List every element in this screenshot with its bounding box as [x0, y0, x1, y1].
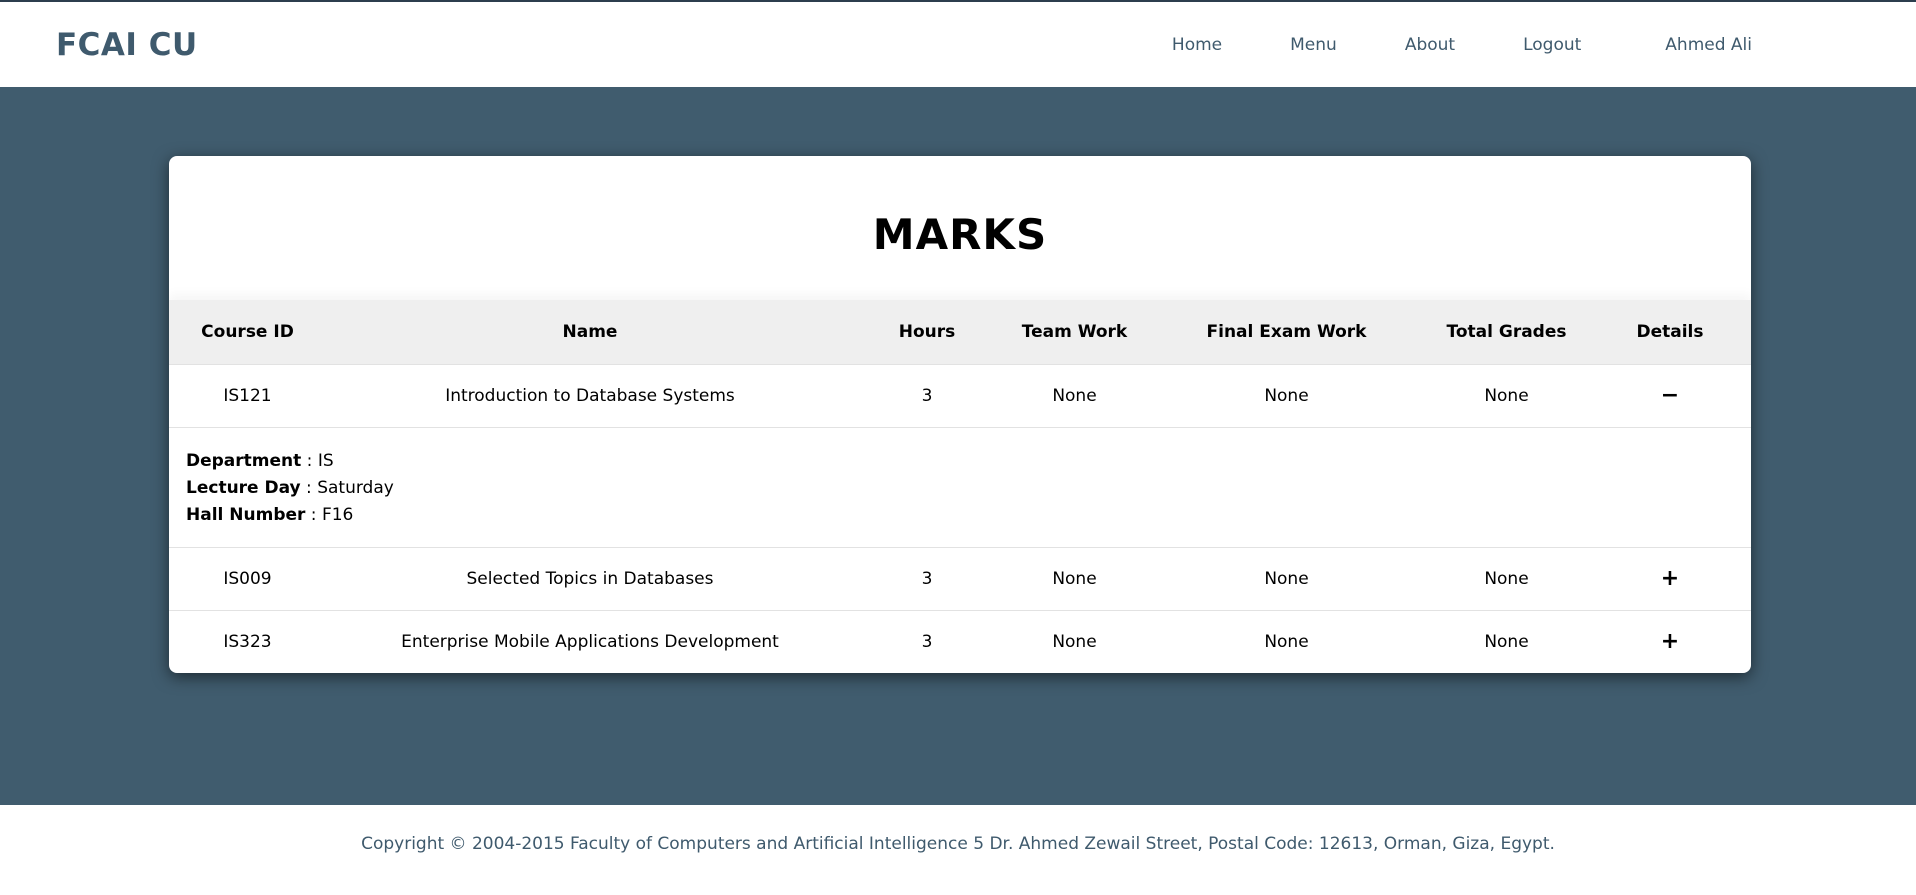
department-value: IS [317, 450, 334, 471]
column-header-course-id: Course ID [201, 321, 294, 342]
main-nav: Home Menu About Logout Ahmed Ali [1104, 35, 1752, 55]
column-header-details: Details [1636, 321, 1704, 342]
user-name-link[interactable]: Ahmed Ali [1665, 35, 1752, 55]
details-cell: + [1589, 610, 1751, 673]
total-grades-cell: None [1484, 568, 1529, 589]
nav-home-link[interactable]: Home [1172, 35, 1222, 55]
table-row: IS323 Enterprise Mobile Applications Dev… [169, 610, 1751, 673]
nav-about-link[interactable]: About [1405, 35, 1455, 55]
column-header-name: Name [562, 321, 618, 342]
nav-menu-link[interactable]: Menu [1290, 35, 1337, 55]
team-work-cell: None [1052, 631, 1097, 652]
column-header-hours: Hours [898, 321, 956, 342]
lecture-day-value: Saturday [317, 477, 394, 498]
marks-table: Course ID Name Hours Team Work Final Exa… [169, 300, 1751, 673]
course-id-cell: IS009 [223, 568, 272, 589]
hall-number-line: Hall Number : F16 [186, 504, 354, 525]
table-row: IS121 Introduction to Database Systems 3… [169, 364, 1751, 427]
table-row: IS009 Selected Topics in Databases 3 Non… [169, 547, 1751, 610]
collapse-details-icon[interactable]: − [1661, 383, 1679, 408]
course-id-cell: IS121 [223, 385, 272, 406]
main-content: MARKS Course ID Name Hours Team Work Fin… [0, 87, 1916, 805]
details-cell: + [1589, 547, 1751, 610]
expand-details-icon[interactable]: + [1661, 566, 1679, 591]
site-logo[interactable]: FCAI CU [56, 27, 198, 63]
page-title: MARKS [872, 209, 1048, 259]
details-cell: − [1589, 364, 1751, 427]
top-navbar: FCAI CU Home Menu About Logout Ahmed Ali [0, 0, 1916, 87]
nav-logout-link[interactable]: Logout [1523, 35, 1581, 55]
expand-details-icon[interactable]: + [1661, 629, 1679, 654]
page-footer: Copyright © 2004-2015 Faculty of Compute… [0, 805, 1916, 895]
team-work-cell: None [1052, 385, 1097, 406]
table-header-row: Course ID Name Hours Team Work Final Exa… [169, 300, 1751, 364]
hall-number-value: F16 [321, 504, 354, 525]
final-exam-cell: None [1264, 568, 1309, 589]
course-details-row: Department : IS Lecture Day : Saturday H… [169, 427, 1751, 547]
total-grades-cell: None [1484, 385, 1529, 406]
copyright-text: Copyright © 2004-2015 Faculty of Compute… [361, 834, 1555, 854]
final-exam-cell: None [1264, 631, 1309, 652]
course-name-cell: Selected Topics in Databases [466, 568, 714, 589]
column-header-total-grades: Total Grades [1446, 321, 1567, 342]
department-label: Department [186, 450, 302, 471]
lecture-day-line: Lecture Day : Saturday [186, 477, 394, 498]
hours-cell: 3 [921, 385, 933, 406]
hall-number-label: Hall Number [186, 504, 306, 525]
column-header-final-exam: Final Exam Work [1206, 321, 1367, 342]
course-name-cell: Introduction to Database Systems [445, 385, 735, 406]
team-work-cell: None [1052, 568, 1097, 589]
department-line: Department : IS [186, 450, 334, 471]
column-header-team-work: Team Work [1021, 321, 1128, 342]
course-details-panel: Department : IS Lecture Day : Saturday H… [169, 427, 1751, 547]
total-grades-cell: None [1484, 631, 1529, 652]
hours-cell: 3 [921, 631, 933, 652]
marks-card: MARKS Course ID Name Hours Team Work Fin… [169, 156, 1751, 673]
final-exam-cell: None [1264, 385, 1309, 406]
lecture-day-label: Lecture Day [186, 477, 301, 498]
course-name-cell: Enterprise Mobile Applications Developme… [401, 631, 779, 652]
course-id-cell: IS323 [223, 631, 272, 652]
hours-cell: 3 [921, 568, 933, 589]
